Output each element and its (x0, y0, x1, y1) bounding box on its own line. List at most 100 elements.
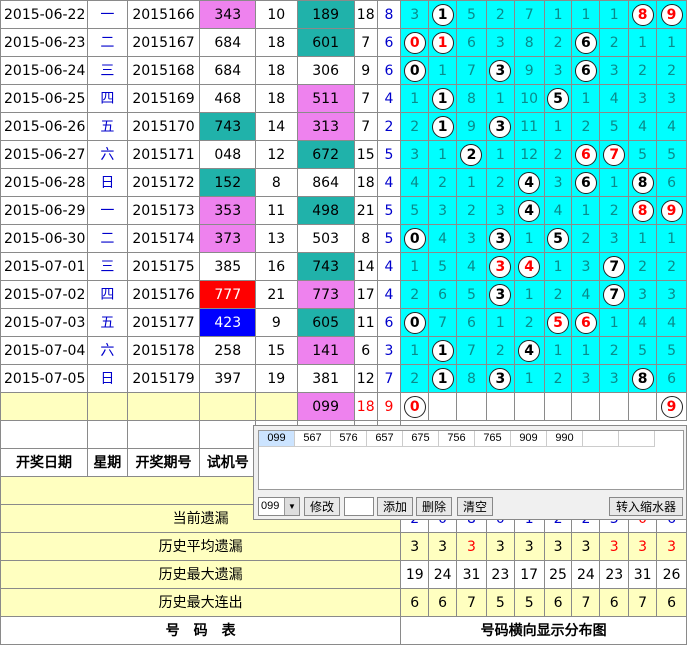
number-list[interactable]: 099 567 576 657 675 756 765 909 990 (258, 430, 684, 490)
digit-ball: 5 (547, 227, 570, 250)
digit-ball: 4 (518, 339, 541, 362)
miss-count: 4 (609, 90, 619, 107)
digit-cell-0: 2 (400, 112, 430, 141)
miss-count: 5 (638, 146, 648, 163)
stat-cell: 25 (543, 560, 573, 589)
span-value: 14 (255, 112, 298, 141)
digit-cell-1: 2 (428, 168, 458, 197)
digit-cell-6: 1 (571, 196, 601, 225)
number-chip[interactable]: 657 (367, 431, 403, 447)
pending-s2: 9 (376, 392, 402, 421)
draw-weekday: 三 (86, 252, 128, 281)
footer-left: 号 码 表 (0, 616, 402, 645)
miss-count: 4 (638, 118, 648, 135)
draw-issue: 2015174 (126, 224, 201, 253)
miss-count: 3 (609, 230, 619, 247)
digit-cell-4: 1 (513, 280, 545, 309)
draw-issue: 2015173 (126, 196, 201, 225)
number-chip[interactable]: 909 (511, 431, 547, 447)
digit-ball: 3 (489, 115, 512, 138)
number-chip[interactable]: 990 (547, 431, 583, 447)
draw-issue: 2015176 (126, 280, 201, 309)
number-chip[interactable]: 756 (439, 431, 475, 447)
digit-cell-6: 3 (571, 252, 601, 281)
draw-date: 2015-06-28 (0, 168, 88, 197)
tail-value: 5 (376, 224, 402, 253)
digit-cell-4: 4 (513, 168, 545, 197)
digit-ball: 3 (489, 367, 512, 390)
footer-right: 号码横向显示分布图 (400, 616, 687, 645)
miss-count: 4 (581, 286, 591, 303)
digit-cell-2: 8 (456, 364, 487, 393)
span-value: 13 (255, 224, 298, 253)
pending-sum: 099 (296, 392, 355, 421)
draw-row: 2015-07-02 四 2015176 777 21 773 17 4 2 6 5 3 1 2 4 7 3 3 (0, 280, 687, 309)
digit-cell-9: 2 (656, 252, 687, 281)
digit-cell-6: 6 (571, 168, 601, 197)
digit-ball: 4 (518, 255, 541, 278)
test-number: 353 (199, 196, 257, 225)
number-select[interactable]: 099 ▼ (258, 497, 300, 516)
number-chip[interactable]: 576 (331, 431, 367, 447)
miss-count: 2 (553, 286, 563, 303)
miss-count: 1 (609, 6, 619, 23)
number-chip[interactable]: 765 (475, 431, 511, 447)
draw-date: 2015-06-24 (0, 56, 88, 85)
number-chip[interactable]: 567 (295, 431, 331, 447)
number-chip[interactable]: 099 (259, 431, 295, 447)
span-value: 12 (255, 140, 298, 169)
draw-issue: 2015177 (126, 308, 201, 337)
header-test: 试机号 (199, 448, 257, 477)
chevron-down-icon[interactable]: ▼ (284, 498, 299, 515)
digit-cell-4: 7 (513, 0, 545, 29)
miss-count: 4 (410, 174, 420, 191)
miss-count: 3 (438, 202, 448, 219)
number-chip[interactable] (583, 431, 619, 447)
miss-count: 6 (467, 34, 476, 51)
span-value: 11 (255, 196, 298, 225)
miss-count: 4 (467, 258, 476, 275)
digit-ball: 0 (403, 59, 426, 82)
digit-cell-9: 3 (656, 280, 687, 309)
number-chip[interactable]: 675 (403, 431, 439, 447)
miss-count: 7 (467, 342, 476, 359)
digit-cell-8: 8 (628, 364, 658, 393)
digit-ball: 3 (489, 59, 512, 82)
digit-ball: 6 (574, 171, 597, 194)
digit-cell-4: 9 (513, 56, 545, 85)
tail-value: 6 (376, 28, 402, 57)
stat-cell: 23 (485, 560, 515, 589)
digit-cell-2: 7 (456, 56, 487, 85)
test-number: 373 (199, 224, 257, 253)
tail-value: 7 (376, 364, 402, 393)
draw-row: 2015-07-04 六 2015178 258 15 141 6 3 1 1 7 2 4 1 1 2 5 5 (0, 336, 687, 365)
digit-ball: 4 (518, 199, 541, 222)
digit-cell-1: 4 (428, 224, 458, 253)
miss-count: 1 (410, 90, 420, 107)
digit-cell-7: 2 (599, 196, 630, 225)
delete-button[interactable]: 删除 (416, 497, 452, 516)
modify-button[interactable]: 修改 (304, 497, 340, 516)
miss-count: 3 (638, 286, 648, 303)
miss-count: 7 (524, 6, 534, 23)
digit-cell-1: 1 (428, 84, 458, 113)
editor-panel: 099 567 576 657 675 756 765 909 990 099 ▼ 修改 添加 … (253, 425, 687, 520)
digit-cell-9: 4 (656, 112, 687, 141)
digit-ball: 6 (574, 311, 597, 334)
digit-cell-9: 1 (656, 224, 687, 253)
shrink-button[interactable]: 转入缩水器 (609, 497, 683, 516)
clear-button[interactable]: 清空 (457, 497, 493, 516)
digit-cell-4: 4 (513, 196, 545, 225)
digit-ball: 0 (403, 31, 426, 54)
digit-cell-2: 6 (456, 308, 487, 337)
digit-cell-6: 2 (571, 112, 601, 141)
draw-number: 141 (296, 336, 355, 365)
draw-number: 601 (296, 28, 355, 57)
digit-ball: 1 (431, 367, 454, 390)
draw-row: 2015-06-24 三 2015168 684 18 306 9 6 0 1 7 3 9 3 6 3 2 2 (0, 56, 687, 85)
digit-cell-6: 1 (571, 84, 601, 113)
number-input[interactable] (344, 497, 374, 516)
add-button[interactable]: 添加 (377, 497, 413, 516)
number-chip[interactable] (619, 431, 655, 447)
draw-weekday: 四 (86, 84, 128, 113)
